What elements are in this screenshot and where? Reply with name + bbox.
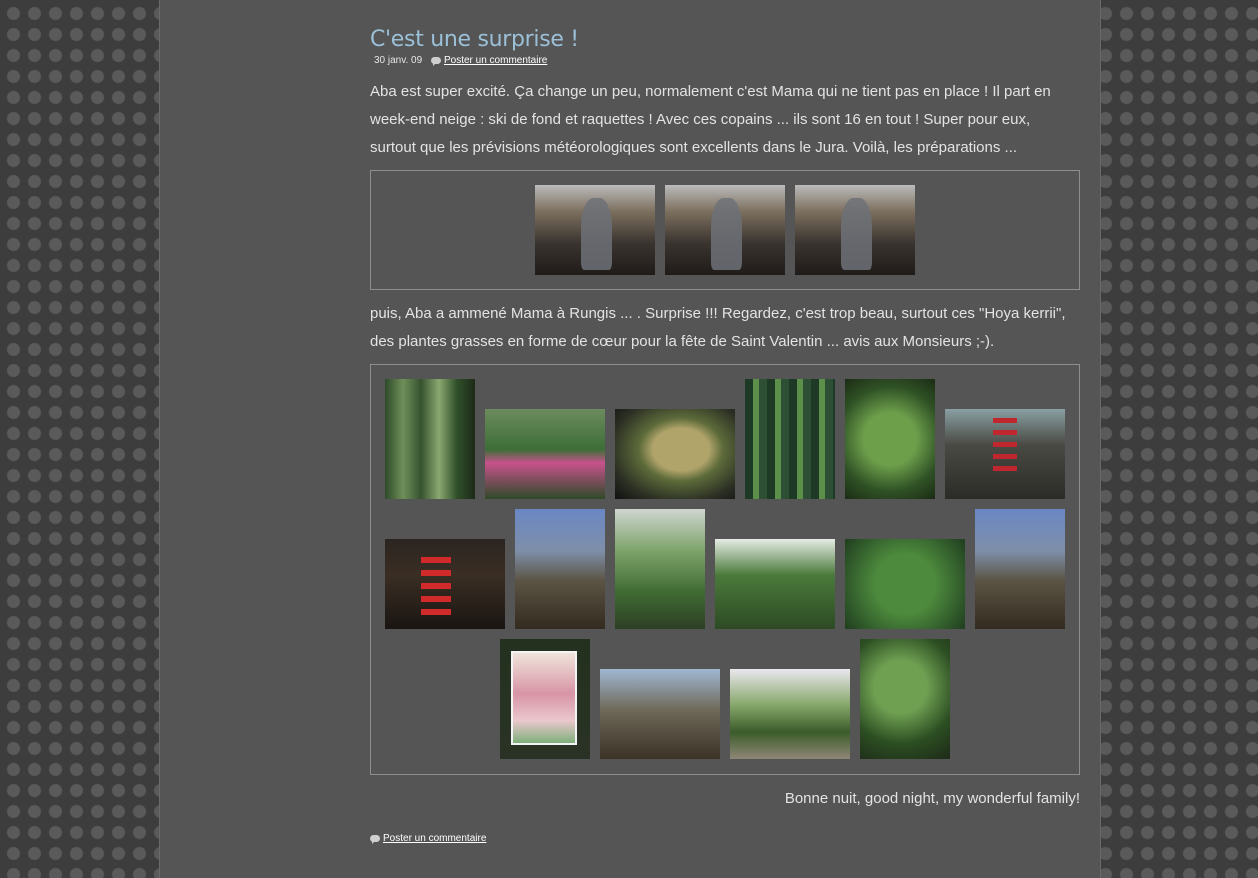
- photo-preparation-2[interactable]: [665, 185, 785, 275]
- comment-icon: [370, 835, 380, 844]
- photo-heart-garlands[interactable]: [945, 409, 1065, 499]
- photo-preparation-1[interactable]: [535, 185, 655, 275]
- photo-gallery-rungis: [370, 364, 1080, 775]
- photo-hoya-hearts[interactable]: [845, 539, 965, 629]
- post-closing: Bonne nuit, good night, my wonderful fam…: [784, 790, 1080, 807]
- photo-potted-plants[interactable]: [860, 639, 950, 759]
- photo-preparation-3[interactable]: [795, 185, 915, 275]
- photo-green-shelves[interactable]: [715, 539, 835, 629]
- blog-post: C'est une surprise ! 30 janv. 09 Poster …: [370, 26, 1080, 844]
- photo-plant-racks[interactable]: [745, 379, 835, 499]
- photo-branches[interactable]: [600, 669, 720, 759]
- post-footer: Poster un commentaire: [370, 833, 1080, 844]
- comment-icon: [430, 57, 441, 66]
- photo-cactus-columns[interactable]: [385, 379, 475, 499]
- post-date: 30 janv. 09: [374, 55, 423, 66]
- page-column: C'est une surprise ! 30 janv. 09 Poster …: [159, 0, 1101, 878]
- photo-heart-decorations[interactable]: [385, 539, 505, 629]
- post-paragraph-2: puis, Aba a ammené Mama à Rungis ... . S…: [370, 305, 1066, 350]
- footer-comment-link[interactable]: Poster un commentaire: [383, 833, 486, 844]
- photo-tree-2[interactable]: [975, 509, 1065, 629]
- photo-gallery-preparations: [370, 170, 1080, 290]
- photo-barrel-cactus[interactable]: [615, 409, 735, 499]
- photo-tree-path[interactable]: [730, 669, 850, 759]
- photo-pink-flowers[interactable]: [485, 409, 605, 499]
- post-title: C'est une surprise !: [370, 27, 579, 52]
- post-meta: 30 janv. 09 Poster un commentaire: [374, 54, 1080, 68]
- photo-tree-1[interactable]: [515, 509, 605, 629]
- post-comment-link[interactable]: Poster un commentaire: [444, 55, 547, 66]
- photo-leafy-plant[interactable]: [845, 379, 935, 499]
- photo-magnolia-label[interactable]: [500, 639, 590, 759]
- photo-greenhouse-aisle[interactable]: [615, 509, 705, 629]
- post-paragraph-1: Aba est super excité. Ça change un peu, …: [370, 83, 1051, 156]
